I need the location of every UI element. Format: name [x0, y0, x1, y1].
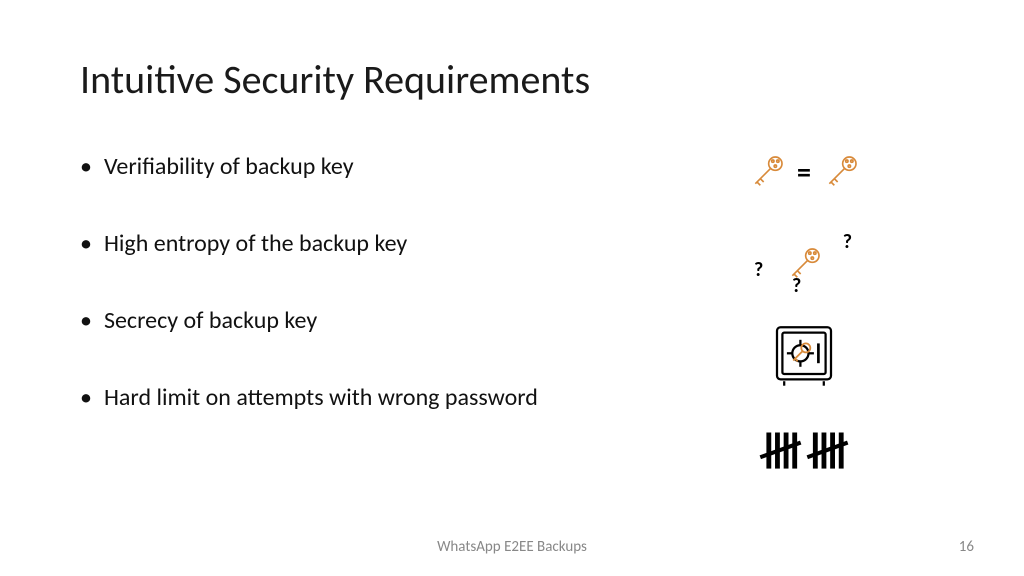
bullet-text: High entropy of the backup key	[104, 229, 407, 258]
slide: Intuitive Security Requirements Verifiab…	[0, 0, 1024, 576]
entropy-graphic: ? ? ?	[664, 236, 944, 292]
bullet-item: Verifiability of backup key	[80, 152, 644, 181]
key-icon	[747, 152, 787, 192]
question-mark-icon: ?	[843, 230, 852, 254]
bullet-item: Secrecy of backup key	[80, 306, 644, 335]
page-number: 16	[959, 538, 974, 556]
icon-column: =	[664, 144, 944, 476]
question-mark-icon: ?	[754, 258, 763, 282]
tally-icon: ||||||||	[757, 427, 850, 470]
bullet-item: Hard limit on attempts with wrong passwo…	[80, 383, 644, 412]
safe-icon	[768, 320, 840, 392]
attempts-graphic: ||||||||	[664, 420, 944, 476]
slide-footer: WhatsApp E2EE Backups	[0, 538, 1024, 556]
equals-sign: =	[797, 155, 811, 190]
bullet-item: High entropy of the backup key	[80, 229, 644, 258]
slide-body: Verifiability of backup key High entropy…	[80, 144, 944, 476]
bullet-text: Hard limit on attempts with wrong passwo…	[104, 383, 538, 412]
verifiability-graphic: =	[664, 144, 944, 200]
secrecy-graphic	[664, 328, 944, 384]
slide-title: Intuitive Security Requirements	[80, 55, 944, 104]
bullet-text: Verifiability of backup key	[104, 152, 354, 181]
bullet-list: Verifiability of backup key High entropy…	[80, 144, 644, 476]
question-mark-icon: ?	[792, 274, 801, 298]
key-icon	[821, 152, 861, 192]
bullet-text: Secrecy of backup key	[104, 306, 317, 335]
key-icon	[784, 244, 824, 284]
